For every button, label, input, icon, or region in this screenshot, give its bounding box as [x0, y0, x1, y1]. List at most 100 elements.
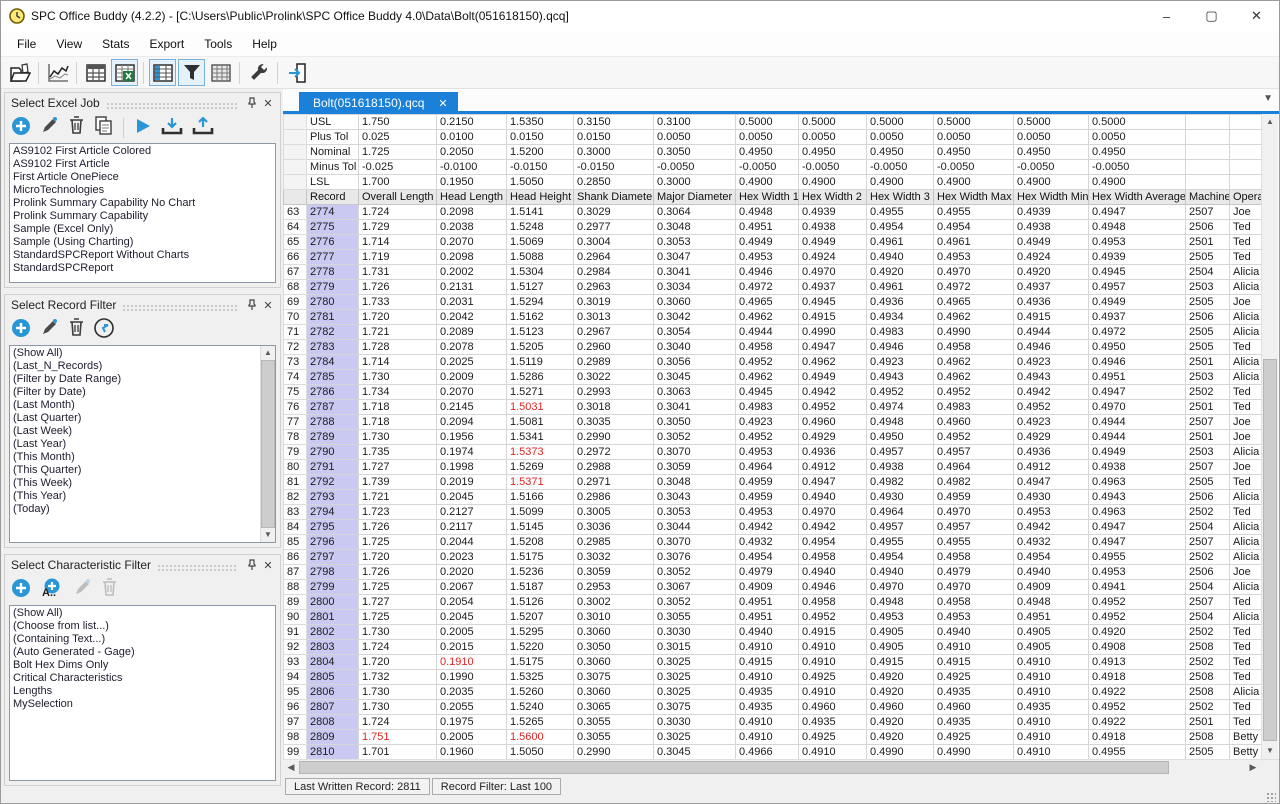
record-cell[interactable]: 2776: [307, 235, 359, 250]
data-cell[interactable]: 0.4961: [867, 280, 934, 295]
data-cell[interactable]: 0.4937: [1089, 310, 1186, 325]
row-number-cell[interactable]: 96: [284, 700, 307, 715]
data-cell[interactable]: 2505: [1186, 745, 1230, 760]
data-cell[interactable]: 0.4970: [867, 580, 934, 595]
data-cell[interactable]: 0.2045: [437, 610, 507, 625]
data-cell[interactable]: 0.3050: [654, 415, 736, 430]
data-cell[interactable]: 1.5371: [507, 475, 574, 490]
data-cell[interactable]: Ted: [1230, 625, 1262, 640]
data-cell[interactable]: 0.2015: [437, 640, 507, 655]
data-cell[interactable]: 1.5260: [507, 685, 574, 700]
data-cell[interactable]: 0.4910: [736, 640, 799, 655]
data-cell[interactable]: 2502: [1186, 550, 1230, 565]
record-cell[interactable]: 2802: [307, 625, 359, 640]
data-cell[interactable]: 0.4959: [736, 490, 799, 505]
data-cell[interactable]: 0.4912: [1014, 460, 1089, 475]
data-cell[interactable]: 0.4954: [867, 220, 934, 235]
row-number-cell[interactable]: 79: [284, 445, 307, 460]
data-cell[interactable]: 0.4924: [1014, 250, 1089, 265]
data-cell[interactable]: 0.4952: [1089, 700, 1186, 715]
data-cell[interactable]: 0.3042: [654, 310, 736, 325]
data-cell[interactable]: 2504: [1186, 520, 1230, 535]
data-cell[interactable]: 0.4965: [736, 295, 799, 310]
data-cell[interactable]: 1.5123: [507, 325, 574, 340]
data-cell[interactable]: 1.720: [359, 550, 437, 565]
data-cell[interactable]: 0.4979: [934, 565, 1014, 580]
data-cell[interactable]: 0.4922: [1089, 715, 1186, 730]
data-cell[interactable]: 1.5141: [507, 205, 574, 220]
data-cell[interactable]: 1.719: [359, 250, 437, 265]
edit-job-button[interactable]: [40, 116, 59, 140]
data-cell[interactable]: 0.4961: [867, 235, 934, 250]
excel-job-item[interactable]: MicroTechnologies: [10, 184, 275, 197]
data-cell[interactable]: 0.3018: [574, 400, 654, 415]
row-number-cell[interactable]: 82: [284, 490, 307, 505]
data-cell[interactable]: 0.1974: [437, 445, 507, 460]
row-number-cell[interactable]: 95: [284, 685, 307, 700]
data-cell[interactable]: 2505: [1186, 250, 1230, 265]
data-cell[interactable]: 0.3052: [654, 565, 736, 580]
data-cell[interactable]: 0.4953: [1014, 505, 1089, 520]
data-cell[interactable]: 1.5205: [507, 340, 574, 355]
data-cell[interactable]: 0.4935: [1014, 700, 1089, 715]
data-cell[interactable]: 2507: [1186, 460, 1230, 475]
copy-job-button[interactable]: [94, 116, 113, 140]
minimize-button[interactable]: –: [1144, 1, 1189, 31]
data-cell[interactable]: 1.725: [359, 610, 437, 625]
tab-close-icon[interactable]: ✕: [438, 97, 447, 110]
data-cell[interactable]: 0.4925: [934, 730, 1014, 745]
data-cell[interactable]: 0.4970: [934, 580, 1014, 595]
data-cell[interactable]: 2502: [1186, 625, 1230, 640]
data-cell[interactable]: 0.3043: [654, 490, 736, 505]
data-cell[interactable]: 0.4953: [934, 610, 1014, 625]
data-cell[interactable]: 0.4939: [1089, 250, 1186, 265]
excel-job-item[interactable]: AS9102 First Article: [10, 158, 275, 171]
record-cell[interactable]: 2806: [307, 685, 359, 700]
data-cell[interactable]: 1.728: [359, 340, 437, 355]
data-cell[interactable]: 0.4946: [1089, 355, 1186, 370]
data-cell[interactable]: 0.2078: [437, 340, 507, 355]
data-cell[interactable]: 0.4949: [1089, 295, 1186, 310]
data-cell[interactable]: 0.1910: [437, 655, 507, 670]
data-cell[interactable]: 0.3025: [654, 730, 736, 745]
characteristic-filter-item[interactable]: (Containing Text...): [10, 633, 275, 646]
data-cell[interactable]: 0.2009: [437, 370, 507, 385]
data-cell[interactable]: 0.4940: [867, 565, 934, 580]
data-cell[interactable]: 1.724: [359, 205, 437, 220]
record-cell[interactable]: 2780: [307, 295, 359, 310]
data-cell[interactable]: 0.4955: [1089, 550, 1186, 565]
data-cell[interactable]: 0.4962: [736, 310, 799, 325]
data-cell[interactable]: 2505: [1186, 475, 1230, 490]
data-cell[interactable]: 0.3070: [654, 535, 736, 550]
data-cell[interactable]: 1.732: [359, 670, 437, 685]
data-cell[interactable]: Ted: [1230, 340, 1262, 355]
data-cell[interactable]: 1.751: [359, 730, 437, 745]
data-cell[interactable]: 0.4954: [934, 220, 1014, 235]
data-cell[interactable]: 2501: [1186, 235, 1230, 250]
data-cell[interactable]: 0.4924: [799, 250, 867, 265]
row-number-cell[interactable]: 90: [284, 610, 307, 625]
data-cell[interactable]: 0.2023: [437, 550, 507, 565]
data-cell[interactable]: 0.4974: [867, 400, 934, 415]
grid-options-button[interactable]: [207, 59, 234, 86]
data-cell[interactable]: 0.4915: [736, 655, 799, 670]
data-cell[interactable]: 0.4910: [1014, 730, 1089, 745]
data-cell[interactable]: 1.5175: [507, 550, 574, 565]
data-cell[interactable]: 0.4925: [934, 670, 1014, 685]
data-cell[interactable]: 0.4961: [934, 235, 1014, 250]
row-number-cell[interactable]: 99: [284, 745, 307, 760]
data-cell[interactable]: Joe: [1230, 205, 1262, 220]
data-cell[interactable]: 0.4947: [799, 475, 867, 490]
data-cell[interactable]: 0.4915: [1014, 310, 1089, 325]
data-cell[interactable]: 0.3045: [654, 745, 736, 760]
record-cell[interactable]: 2787: [307, 400, 359, 415]
data-cell[interactable]: 1.727: [359, 460, 437, 475]
data-cell[interactable]: 0.3060: [574, 655, 654, 670]
data-cell[interactable]: 1.5248: [507, 220, 574, 235]
menu-item[interactable]: File: [7, 33, 46, 55]
menu-item[interactable]: Help: [242, 33, 287, 55]
data-cell[interactable]: 0.4952: [1089, 595, 1186, 610]
close-icon[interactable]: ✕: [260, 557, 276, 573]
edit-characteristic-filter-button[interactable]: [73, 578, 92, 602]
data-cell[interactable]: 0.4910: [799, 640, 867, 655]
